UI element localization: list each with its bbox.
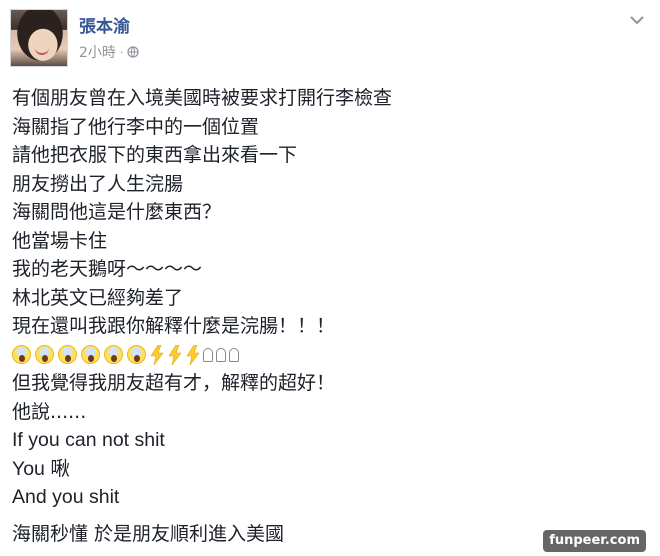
globe-icon[interactable] [127,46,140,58]
post-meta: 2小時 · [79,42,140,62]
post-line: 請他把衣服下的東西拿出來看一下 [12,144,298,166]
face-screaming-icon [127,345,146,365]
face-screaming-icon [12,345,31,365]
ghost-icon [216,347,226,362]
post-line: 他說...... [12,400,87,423]
lightning-icon [186,344,200,365]
face-screaming-icon [35,345,54,365]
post-line: 海關問他這是什麼東西？ [12,201,222,223]
post-timestamp[interactable]: 2小時 [79,42,116,62]
post-line: 有個朋友曾在入境美國時被要求打開行李檢查 [12,87,393,109]
post-line: 我的老天鵝呀～～～～ [12,258,203,280]
post-line: And you shit [12,486,120,508]
post-line: 朋友撈出了人生浣腸 [12,172,184,195]
ghost-icon [229,347,239,362]
lightning-icon [168,344,182,365]
meta-separator: · [119,45,124,59]
post-line: 現在還叫我跟你解釋什麼是浣腸！！！ [12,315,336,337]
face-screaming-icon [58,345,77,365]
facebook-post: 張本渝 2小時 · 有個朋友曾在入境美國時被要求打開行李檢查 海關指了他行李中的… [0,0,660,556]
chevron-down-icon[interactable] [629,14,645,26]
post-body: 有個朋友曾在入境美國時被要求打開行李檢查 海關指了他行李中的一個位置 請他把衣服… [12,84,642,548]
post-line: You 啾 [12,457,70,480]
watermark: funpeer.com [543,530,646,552]
face-screaming-icon [81,345,100,365]
post-line: 他當場卡住 [12,229,108,252]
avatar[interactable] [10,9,68,67]
post-line: 林北英文已經夠差了 [12,286,184,309]
lightning-icon [150,344,164,365]
ghost-icon [203,347,213,362]
face-screaming-icon [104,345,123,365]
author-name[interactable]: 張本渝 [79,12,130,37]
post-line: If you can not shit [12,429,165,451]
emoji-row [12,341,642,370]
post-line: 海關指了他行李中的一個位置 [12,115,260,138]
post-line: 但我覺得我朋友超有才，解釋的超好！ [12,372,336,394]
